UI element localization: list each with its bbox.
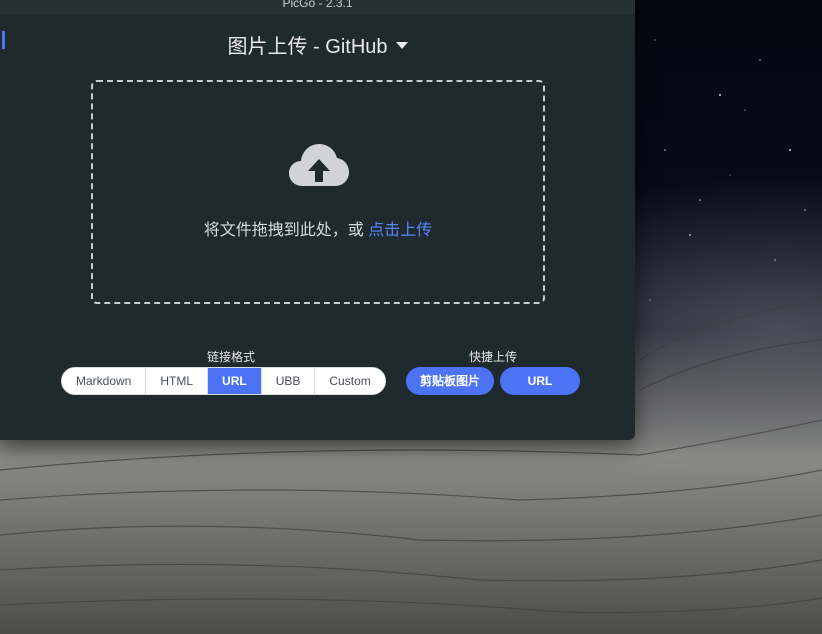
link-format-label: 链接格式 — [207, 350, 256, 364]
format-markdown-button[interactable]: Markdown — [62, 368, 147, 394]
caret-down-icon — [395, 42, 408, 49]
clipboard-upload-button[interactable]: 剪贴板图片 — [406, 367, 494, 395]
format-html-button[interactable]: HTML — [146, 368, 209, 394]
picbed-selector[interactable]: 图片上传 - GitHub — [0, 30, 635, 59]
picgo-window: PicGo - 2.3.1 图片上传 - GitHub 将文件拖拽到此处，或 点… — [0, 0, 635, 440]
dropzone-text: 将文件拖拽到此处，或 — [203, 222, 369, 239]
quick-upload-label: 快捷上传 — [469, 350, 518, 364]
picbed-title: 图片上传 - GitHub — [227, 36, 388, 58]
upload-dropzone[interactable]: 将文件拖拽到此处，或 点击上传 — [91, 80, 545, 304]
url-upload-button[interactable]: URL — [500, 367, 580, 395]
window-title: PicGo - 2.3.1 — [282, 0, 353, 10]
format-url-button[interactable]: URL — [208, 368, 262, 394]
link-format-group: Markdown HTML URL UBB Custom — [61, 367, 386, 395]
click-upload-link[interactable]: 点击上传 — [368, 222, 432, 239]
cloud-upload-icon — [289, 144, 349, 186]
format-ubb-button[interactable]: UBB — [261, 368, 316, 394]
format-custom-button[interactable]: Custom — [315, 368, 385, 394]
window-titlebar[interactable]: PicGo - 2.3.1 — [0, 0, 635, 14]
dropzone-hint: 将文件拖拽到此处，或 点击上传 — [93, 216, 543, 240]
